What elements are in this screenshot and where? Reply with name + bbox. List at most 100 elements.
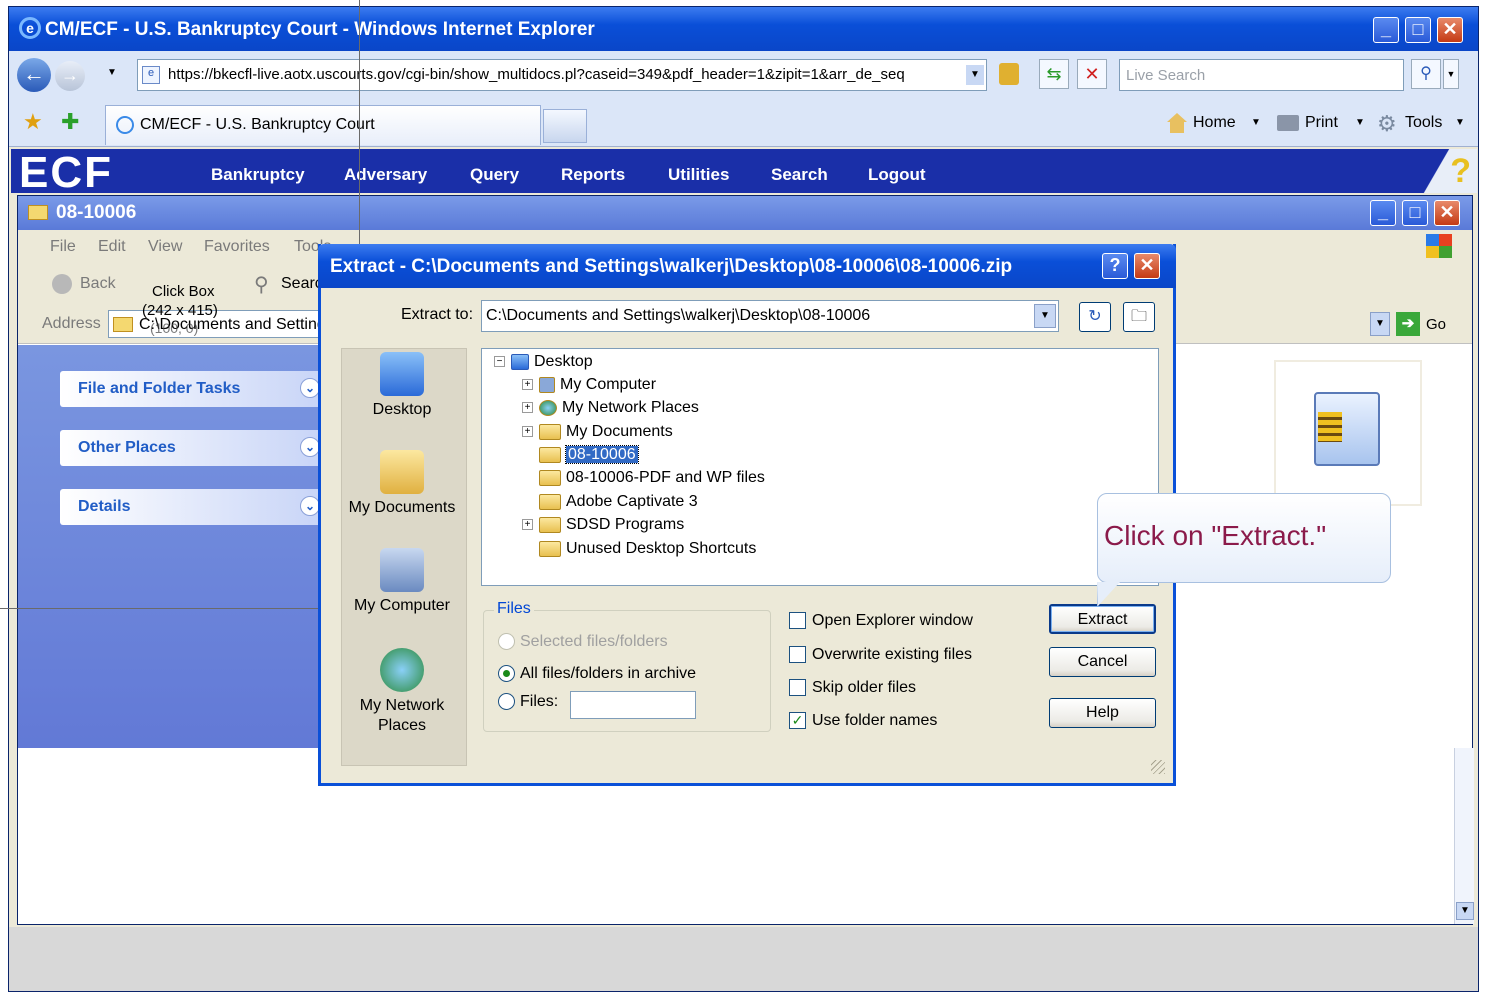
- place-my-documents[interactable]: My Documents: [341, 450, 463, 518]
- nav-dropdown-icon[interactable]: ▼: [107, 67, 117, 78]
- option-skip-older[interactable]: Skip older files: [789, 679, 916, 697]
- expand-icon[interactable]: +: [522, 379, 533, 391]
- expand-icon[interactable]: +: [522, 402, 533, 414]
- tree-item-selected[interactable]: 08-10006: [539, 444, 639, 466]
- tree-root-desktop[interactable]: − Desktop: [494, 351, 593, 373]
- print-dropdown-icon[interactable]: ▼: [1355, 117, 1365, 128]
- explorer-search-label[interactable]: Search: [281, 275, 321, 293]
- option-open-explorer[interactable]: Open Explorer window: [789, 612, 973, 630]
- menu-file[interactable]: File: [50, 238, 76, 256]
- resize-grip-icon[interactable]: [1151, 760, 1165, 774]
- task-file-and-folder[interactable]: File and Folder Tasks ⌄: [60, 371, 330, 407]
- scroll-down-icon[interactable]: ▼: [1456, 902, 1474, 920]
- expand-icon[interactable]: +: [522, 519, 533, 531]
- address-dropdown-icon[interactable]: ▼: [1370, 312, 1390, 336]
- tab-cmecf[interactable]: CM/ECF - U.S. Bankruptcy Court: [105, 105, 541, 145]
- tree-item[interactable]: + My Computer: [522, 374, 656, 396]
- dialog-close-button[interactable]: ✕: [1134, 253, 1160, 279]
- ie-maximize-button[interactable]: □: [1405, 17, 1431, 43]
- zip-file-thumbnail[interactable]: [1274, 360, 1422, 506]
- ie-minimize-button[interactable]: _: [1373, 17, 1399, 43]
- tree-item[interactable]: Unused Desktop Shortcuts: [539, 538, 756, 560]
- menu-edit[interactable]: Edit: [98, 238, 126, 256]
- option-skip-older-checkbox[interactable]: [789, 679, 806, 697]
- menu-query[interactable]: Query: [470, 165, 519, 185]
- radio-files[interactable]: Files:: [498, 693, 558, 711]
- option-use-folder-names-checkbox[interactable]: ✓: [789, 712, 806, 730]
- chevron-down-icon[interactable]: ⌄: [300, 496, 320, 516]
- place-my-network[interactable]: My Network Places: [341, 648, 463, 736]
- dialog-help-button[interactable]: ?: [1102, 253, 1128, 279]
- forward-arrow-icon[interactable]: →: [55, 61, 85, 91]
- up-folder-button[interactable]: ↻: [1079, 302, 1111, 332]
- extract-to-combo[interactable]: C:\Documents and Settings\walkerj\Deskto…: [481, 300, 1059, 332]
- task-other-places[interactable]: Other Places ⌄: [60, 430, 330, 466]
- stop-icon[interactable]: ✕: [1077, 59, 1107, 89]
- explorer-back-icon[interactable]: [52, 274, 72, 294]
- menu-adversary[interactable]: Adversary: [344, 165, 427, 185]
- radio-all-files[interactable]: All files/folders in archive: [498, 665, 696, 683]
- help-button[interactable]: Help: [1049, 698, 1156, 728]
- print-icon[interactable]: [1277, 115, 1299, 131]
- option-use-folder-names[interactable]: ✓ Use folder names: [789, 712, 937, 730]
- tree-item[interactable]: + My Documents: [522, 421, 673, 443]
- folder-tree[interactable]: − Desktop + My Computer + My Network Places…: [481, 348, 1159, 586]
- url-dropdown-icon[interactable]: ▼: [966, 65, 984, 85]
- option-overwrite-checkbox[interactable]: [789, 646, 806, 664]
- address-field[interactable]: C:\Documents and Settings: [108, 310, 328, 338]
- gear-icon[interactable]: ⚙: [1377, 111, 1397, 137]
- files-pattern-input[interactable]: [570, 691, 696, 719]
- tree-item[interactable]: + SDSD Programs: [522, 514, 684, 536]
- explorer-back-label[interactable]: Back: [80, 275, 116, 293]
- back-arrow-icon[interactable]: ←: [17, 58, 51, 92]
- option-overwrite[interactable]: Overwrite existing files: [789, 646, 972, 664]
- go-label[interactable]: Go: [1426, 316, 1446, 333]
- home-label[interactable]: Home: [1193, 114, 1236, 132]
- explorer-minimize-button[interactable]: _: [1370, 200, 1396, 226]
- explorer-close-button[interactable]: ✕: [1434, 200, 1460, 226]
- menu-logout[interactable]: Logout: [868, 165, 926, 185]
- collapse-icon[interactable]: −: [494, 356, 505, 368]
- task-details[interactable]: Details ⌄: [60, 489, 330, 525]
- favorites-star-icon[interactable]: ★: [23, 109, 43, 135]
- explorer-search-icon[interactable]: ⚲: [254, 272, 269, 297]
- menu-view[interactable]: View: [148, 238, 182, 256]
- place-desktop[interactable]: Desktop: [341, 352, 463, 420]
- radio-files-button[interactable]: [498, 693, 515, 711]
- new-tab-button[interactable]: [543, 109, 587, 143]
- expand-icon[interactable]: +: [522, 426, 533, 438]
- print-label[interactable]: Print: [1305, 114, 1338, 132]
- tree-item[interactable]: Adobe Captivate 3: [539, 491, 698, 513]
- home-dropdown-icon[interactable]: ▼: [1251, 117, 1261, 128]
- radio-all-files-button[interactable]: [498, 665, 515, 683]
- extract-button[interactable]: Extract: [1049, 604, 1156, 634]
- tree-item[interactable]: 08-10006-PDF and WP files: [539, 467, 765, 489]
- tree-item[interactable]: + My Network Places: [522, 397, 699, 419]
- live-search-input[interactable]: Live Search: [1119, 59, 1404, 91]
- chevron-down-icon[interactable]: ⌄: [300, 437, 320, 457]
- menu-reports[interactable]: Reports: [561, 165, 625, 185]
- home-icon[interactable]: [1167, 113, 1187, 133]
- option-open-explorer-checkbox[interactable]: [789, 612, 806, 630]
- menu-favorites[interactable]: Favorites: [204, 238, 270, 256]
- tools-label[interactable]: Tools: [1405, 114, 1442, 132]
- help-question-icon[interactable]: ?: [1413, 149, 1477, 193]
- explorer-maximize-button[interactable]: □: [1402, 200, 1428, 226]
- menu-bankruptcy[interactable]: Bankruptcy: [211, 165, 305, 185]
- menu-search[interactable]: Search: [771, 165, 828, 185]
- place-my-computer[interactable]: My Computer: [341, 548, 463, 616]
- tools-dropdown-icon[interactable]: ▼: [1455, 117, 1465, 128]
- chevron-down-icon[interactable]: ⌄: [300, 378, 320, 398]
- new-folder-button[interactable]: 🗀: [1123, 302, 1155, 332]
- search-options-icon[interactable]: ▼: [1443, 59, 1459, 89]
- extract-to-dropdown-icon[interactable]: ▼: [1034, 304, 1056, 328]
- add-favorites-icon[interactable]: ✚: [61, 109, 79, 135]
- go-arrow-icon[interactable]: ➔: [1396, 312, 1420, 336]
- search-icon[interactable]: ⚲: [1411, 59, 1441, 89]
- ie-close-button[interactable]: ✕: [1437, 17, 1463, 43]
- menu-utilities[interactable]: Utilities: [668, 165, 729, 185]
- refresh-icon[interactable]: ⇆: [1039, 59, 1069, 89]
- cancel-button[interactable]: Cancel: [1049, 647, 1156, 677]
- explorer-scrollbar[interactable]: ▼: [1454, 748, 1474, 924]
- url-field[interactable]: e https://bkecfl-live.aotx.uscourts.gov/…: [137, 59, 987, 91]
